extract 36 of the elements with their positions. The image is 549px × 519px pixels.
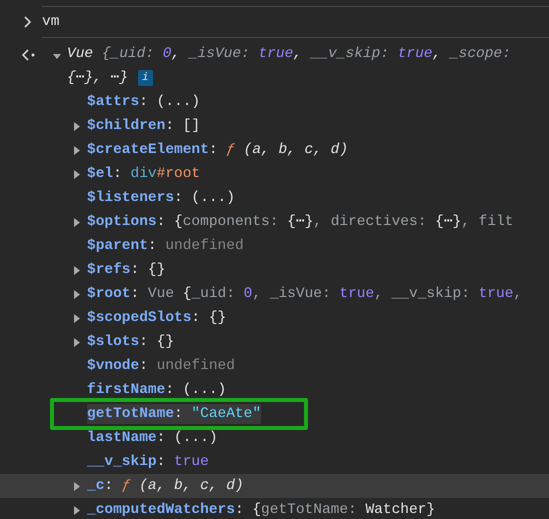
property-entry: lastName: (...) xyxy=(87,429,218,448)
collapsed-triangle-icon[interactable] xyxy=(73,290,81,298)
collapsed-triangle-icon[interactable] xyxy=(73,146,81,154)
property-entry: $el: div#root xyxy=(87,165,200,184)
expanded-triangle-icon[interactable] xyxy=(53,52,61,61)
property-entry: _computedWatchers: {getTotName: Watcher} xyxy=(87,501,436,519)
hovered-row-background[interactable]: _c: ƒ (a, b, c, d) xyxy=(0,474,549,498)
object-summary: Vue {_uid: 0, _isVue: true, __v_skip: true, _scope: xyxy=(67,45,511,64)
property-entry: firstName: (...) xyxy=(87,381,226,400)
collapsed-triangle-icon[interactable] xyxy=(73,506,81,514)
property-entry: $vnode: undefined xyxy=(87,357,235,376)
object-summary: {⋯}, ⋯} xyxy=(67,69,128,88)
property-entry: getTotName: "CaeAte" xyxy=(87,404,262,424)
property-entry: $refs: {} xyxy=(87,261,166,280)
property-entry: $parent: undefined xyxy=(87,237,244,256)
collapsed-triangle-icon[interactable] xyxy=(73,482,81,490)
collapsed-triangle-icon[interactable] xyxy=(73,314,81,322)
input-text: vm xyxy=(42,13,60,32)
collapsed-triangle-icon[interactable] xyxy=(73,266,81,274)
collapsed-triangle-icon[interactable] xyxy=(73,170,81,178)
collapsed-triangle-icon[interactable] xyxy=(73,122,81,130)
property-entry: $scopedSlots: {} xyxy=(87,309,226,328)
property-entry: $listeners: (...) xyxy=(87,189,235,208)
result-arrow-icon xyxy=(22,49,36,61)
property-entry: $slots: {} xyxy=(87,333,174,352)
property-entry: _c: ƒ (a, b, c, d) xyxy=(87,477,244,496)
property-entry: $attrs: (...) xyxy=(87,93,200,112)
property-entry: $options: {components: {⋯}, directives: {⋯}, filt xyxy=(87,213,514,232)
property-entry: $root: Vue {_uid: 0, _isVue: true, __v_skip: true, xyxy=(87,285,522,304)
property-entry: $createElement: ƒ (a, b, c, d) xyxy=(87,141,348,160)
property-entry: __v_skip: true xyxy=(87,453,209,472)
prompt-chevron-icon xyxy=(24,16,32,28)
info-badge[interactable]: i xyxy=(138,70,153,86)
property-entry: $children: [] xyxy=(87,117,200,136)
collapsed-triangle-icon[interactable] xyxy=(73,218,81,226)
collapsed-triangle-icon[interactable] xyxy=(73,338,81,346)
